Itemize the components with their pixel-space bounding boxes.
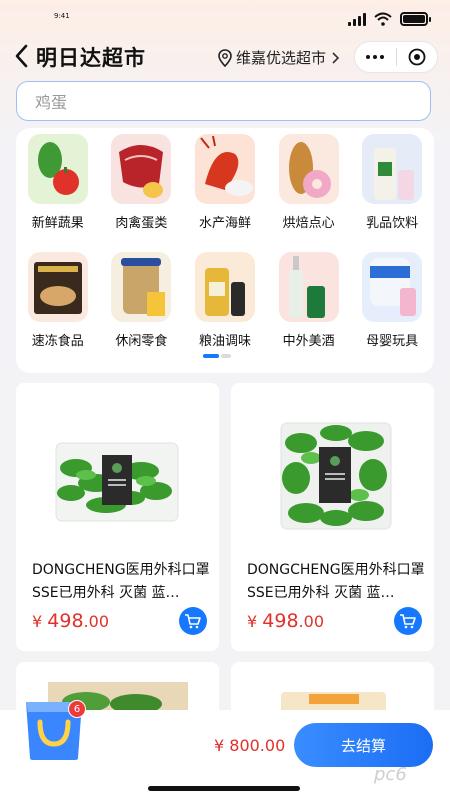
product-name: DONGCHENG医用外科口罩SSE已用外科 灭菌 蓝…: [247, 562, 425, 601]
nav-bar: 明日达超市 维嘉优选超市: [0, 38, 450, 74]
dairy-icon: [362, 134, 423, 204]
cart-icon: [185, 614, 201, 629]
product-name: DONGCHENG医用外科口罩SSE已用外科 灭菌 蓝…: [32, 562, 210, 601]
location-icon: [218, 48, 232, 67]
category-item[interactable]: 休闲零食: [100, 252, 184, 364]
home-indicator: [148, 786, 300, 791]
product-image: [280, 422, 392, 530]
category-item[interactable]: 粮油调味: [183, 252, 267, 364]
baby-toys-icon: [362, 252, 423, 322]
search-placeholder: 鸡蛋: [35, 93, 68, 112]
status-time: 9:41: [54, 12, 70, 20]
snacks-icon: [111, 252, 172, 322]
category-grid: 新鲜蔬果 肉禽蛋类 水产海鲜 烘焙点心 乳品饮料速冻食品 休闲零食 粮油调味 中外美酒 母婴玩具: [16, 134, 434, 364]
category-panel: 新鲜蔬果 肉禽蛋类 水产海鲜 烘焙点心 乳品饮料速冻食品 休闲零食 粮油调味 中外美酒 母婴玩具: [16, 128, 434, 373]
more-icon[interactable]: [355, 55, 396, 59]
back-icon[interactable]: [12, 43, 32, 69]
frozen-food-icon: [27, 252, 88, 322]
category-item[interactable]: 速冻食品: [16, 252, 100, 364]
add-to-cart-button[interactable]: [179, 607, 207, 635]
product-price: ¥ 498.00: [32, 610, 109, 632]
liquor-icon: [278, 252, 339, 322]
seafood-icon: [194, 134, 255, 204]
checkout-button[interactable]: 去结算: [294, 723, 433, 767]
close-mini-program-icon[interactable]: [397, 48, 438, 66]
bakery-icon: [278, 134, 339, 204]
battery-icon: [400, 12, 431, 26]
cart-icon: [400, 614, 416, 629]
category-label: 烘焙点心: [282, 216, 335, 231]
category-label: 速冻食品: [31, 334, 84, 349]
status-bar: 9:41: [0, 0, 450, 36]
category-item[interactable]: 乳品饮料: [350, 134, 434, 246]
meat-icon: [111, 134, 172, 204]
chevron-right-icon: [332, 51, 340, 64]
category-label: 中外美酒: [282, 334, 335, 349]
category-item[interactable]: 水产海鲜: [183, 134, 267, 246]
vegetables-icon: [27, 134, 88, 204]
product-price: ¥ 498.00: [247, 610, 324, 632]
category-label: 新鲜蔬果: [31, 216, 84, 231]
product-card[interactable]: DONGCHENG医用外科口罩SSE已用外科 灭菌 蓝… ¥ 498.00: [231, 383, 434, 651]
category-label: 水产海鲜: [198, 216, 251, 231]
category-item[interactable]: 新鲜蔬果: [16, 134, 100, 246]
mini-program-capsule: [354, 41, 438, 73]
category-pager: [203, 354, 231, 358]
store-selector[interactable]: 维嘉优选超市: [218, 47, 340, 68]
cart-count-badge: 6: [68, 700, 86, 718]
category-item[interactable]: 母婴玩具: [350, 252, 434, 364]
status-icons: [348, 12, 431, 26]
category-label: 粮油调味: [198, 334, 251, 349]
page-title: 明日达超市: [36, 46, 146, 70]
signal-icon: [348, 12, 366, 26]
category-item[interactable]: 烘焙点心: [267, 134, 351, 246]
category-label: 母婴玩具: [366, 334, 419, 349]
category-item[interactable]: 肉禽蛋类: [100, 134, 184, 246]
search-input[interactable]: 鸡蛋: [16, 81, 431, 121]
product-card[interactable]: DONGCHENG医用外科口罩SSE已用外科 灭菌 蓝… ¥ 498.00: [16, 383, 219, 651]
category-label: 肉禽蛋类: [115, 216, 168, 231]
category-label: 休闲零食: [115, 334, 168, 349]
grain-oil-icon: [194, 252, 255, 322]
add-to-cart-button[interactable]: [394, 607, 422, 635]
watermark: pc6: [374, 764, 407, 785]
cart-total: ¥ 800.00: [214, 736, 286, 755]
wifi-icon: [374, 12, 392, 26]
store-name: 维嘉优选超市: [236, 49, 327, 67]
category-label: 乳品饮料: [366, 216, 419, 231]
product-image: [55, 442, 179, 522]
category-item[interactable]: 中外美酒: [267, 252, 351, 364]
